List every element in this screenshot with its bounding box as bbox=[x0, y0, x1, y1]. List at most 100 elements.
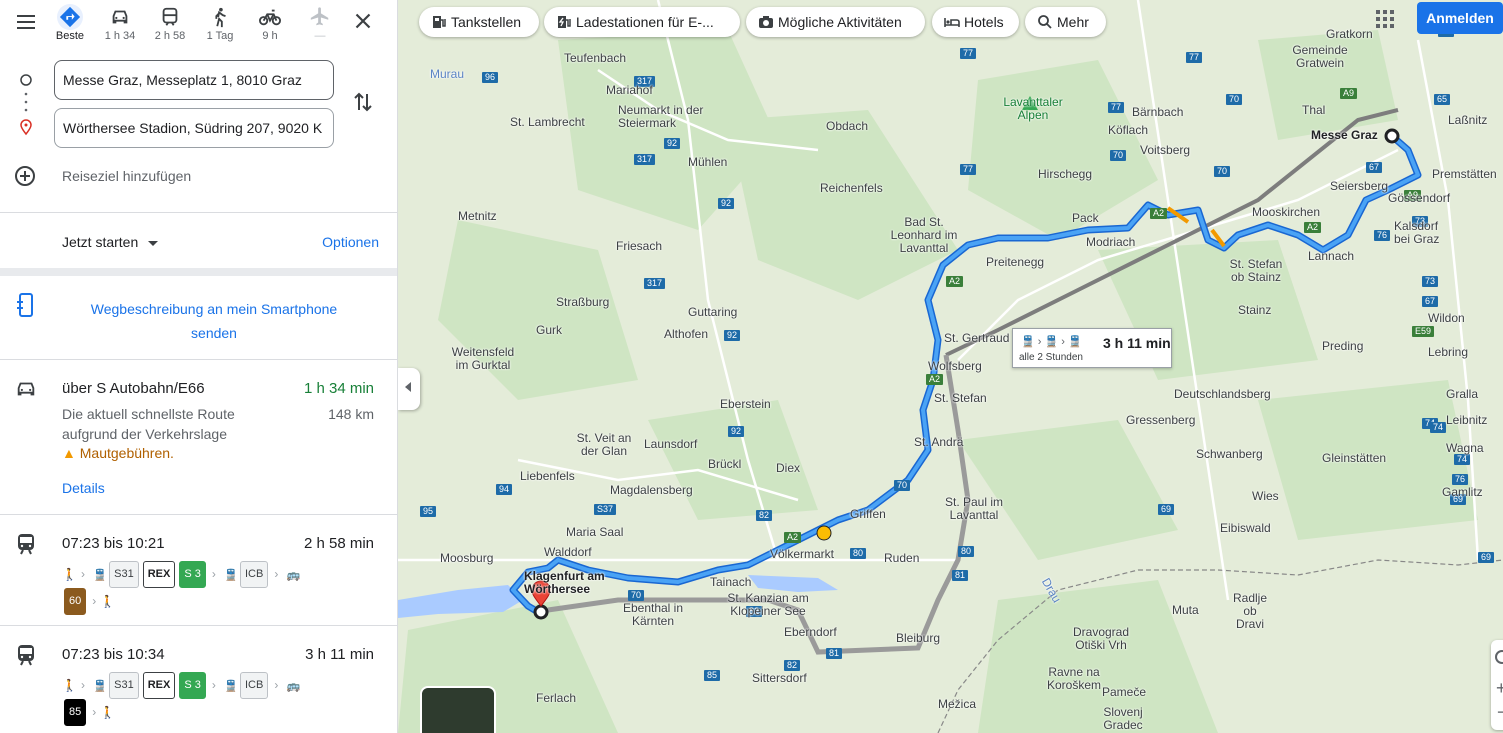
route-times: 07:23 bis 10:34 bbox=[62, 646, 165, 663]
train-icon bbox=[18, 645, 34, 666]
place-label: Gamlitz bbox=[1442, 485, 1483, 499]
route-title: über S Autobahn/E66 bbox=[62, 380, 205, 397]
road-shield: 92 bbox=[664, 138, 681, 149]
line-chip: S31 bbox=[109, 672, 139, 699]
place-label: Teufenbach bbox=[564, 51, 627, 65]
destination-input[interactable]: Wörthersee Stadion, Südring 207, 9020 K bbox=[54, 108, 334, 148]
layers-thumbnail[interactable] bbox=[420, 686, 496, 733]
mode-bike[interactable]: 9 h bbox=[248, 4, 292, 50]
place-label: St. Gertraud bbox=[944, 331, 1010, 345]
directions-panel: Beste 1 h 34 2 h 58 1 Tag 9 h — Messe Gr… bbox=[0, 0, 398, 733]
place-label: Sittersdorf bbox=[752, 671, 807, 685]
route-duration: 3 h 11 min bbox=[305, 646, 374, 663]
mode-car[interactable]: 1 h 34 bbox=[98, 4, 142, 50]
mode-flight[interactable]: — bbox=[298, 4, 342, 50]
mode-label: 9 h bbox=[262, 30, 278, 42]
place-label: Köflach bbox=[1108, 123, 1149, 137]
place-label: Gressenberg bbox=[1126, 413, 1196, 427]
gas-station-icon bbox=[433, 16, 446, 28]
place-label: Wies bbox=[1252, 489, 1279, 503]
ev-charging-icon bbox=[558, 16, 571, 28]
road-shield: 80 bbox=[958, 546, 975, 557]
road-shield: 67 bbox=[1366, 162, 1383, 173]
chevron-right-icon: › bbox=[211, 567, 216, 581]
collapse-panel-button[interactable] bbox=[398, 368, 420, 410]
place-label: Murau bbox=[430, 67, 465, 81]
highway-shield: E59 bbox=[1412, 326, 1435, 337]
place-label: Straßburg bbox=[556, 295, 610, 309]
details-link[interactable]: Details bbox=[62, 480, 105, 496]
bus-line-chip: 85 bbox=[64, 699, 87, 726]
highway-shield: A2 bbox=[1150, 208, 1168, 219]
depart-dropdown[interactable]: Jetzt starten bbox=[62, 234, 159, 250]
mode-best[interactable]: Beste bbox=[48, 4, 92, 50]
map-canvas[interactable]: 96 317 317 92 92 317 92 92 94 S37 82 80 … bbox=[398, 0, 1503, 733]
place-label: St. Stefan bbox=[934, 391, 987, 405]
chevron-left-icon bbox=[405, 382, 411, 392]
place-label: Kalsdorf bei Graz bbox=[1394, 219, 1440, 246]
road-shield: 96 bbox=[482, 72, 499, 83]
road-shield: 73 bbox=[1422, 276, 1439, 287]
line-chip: REX bbox=[142, 672, 176, 699]
apps-grid-icon[interactable] bbox=[1376, 10, 1394, 28]
line-chip: ICB bbox=[239, 672, 269, 699]
place-label: Althofen bbox=[664, 327, 709, 341]
place-label: Mariahof bbox=[606, 83, 653, 97]
chip-activities[interactable]: Mögliche Aktivitäten bbox=[746, 7, 925, 37]
bed-icon bbox=[944, 18, 960, 27]
mode-transit[interactable]: 2 h 58 bbox=[148, 4, 192, 50]
route-duration: 1 h 34 min bbox=[303, 380, 374, 397]
mode-label: 2 h 58 bbox=[154, 30, 186, 42]
zoom-out-icon[interactable]: − bbox=[1497, 702, 1503, 723]
send-to-phone-link[interactable]: Wegbeschreibung an mein Smartphone sende… bbox=[70, 297, 358, 345]
transit-steps: 🚶 › 🚆 S31 REX S 3 › 🚆 ICB › 🚌 85 › 🚶 bbox=[62, 672, 372, 726]
transit-info-box[interactable]: 🚆 › 🚆 › 🚆 3 h 11 min alle 2 Stunden bbox=[1012, 328, 1172, 368]
mode-walk[interactable]: 1 Tag bbox=[198, 4, 242, 50]
route-drive[interactable]: über S Autobahn/E66 1 h 34 min 148 km Di… bbox=[0, 360, 397, 514]
route-times: 07:23 bis 10:21 bbox=[62, 535, 165, 552]
chip-gas-stations[interactable]: Tankstellen bbox=[419, 7, 539, 37]
chip-label: Mehr bbox=[1057, 14, 1089, 30]
zoom-in-icon[interactable]: + bbox=[1496, 678, 1503, 699]
road-shield: 70 bbox=[1110, 150, 1127, 161]
road-shield: 65 bbox=[1434, 94, 1451, 105]
chip-label: Mögliche Aktivitäten bbox=[778, 14, 902, 30]
place-label: Gemeinde Gratwein bbox=[1292, 43, 1348, 70]
line-chip: REX bbox=[142, 561, 176, 588]
warning-icon: ▲ bbox=[62, 445, 76, 461]
road-shield: S37 bbox=[594, 504, 617, 515]
close-icon[interactable] bbox=[350, 8, 376, 34]
transit-steps: 🚶 › 🚆 S31 REX S 3 › 🚆 ICB › 🚌 60 › 🚶 bbox=[62, 561, 372, 615]
place-label: Schwanberg bbox=[1196, 447, 1263, 461]
chip-label: Ladestationen für E-... bbox=[576, 14, 714, 30]
place-label: Diex bbox=[776, 461, 801, 475]
transit-info-time: 3 h 11 min bbox=[1103, 335, 1171, 351]
chip-hotels[interactable]: Hotels bbox=[932, 7, 1019, 37]
route-duration: 2 h 58 min bbox=[303, 535, 374, 552]
car-icon bbox=[112, 10, 128, 24]
road-shield: 317 bbox=[634, 154, 656, 165]
route-transit-1[interactable]: 07:23 bis 10:21 2 h 58 min 🚶 › 🚆 S31 REX S 3… bbox=[0, 515, 397, 625]
swap-icon[interactable] bbox=[352, 90, 374, 114]
route-transit-2[interactable]: 07:23 bis 10:34 3 h 11 min 🚶 › 🚆 S31 REX S 3… bbox=[0, 626, 397, 733]
place-label: Hirschegg bbox=[1038, 167, 1093, 181]
mode-label: 1 Tag bbox=[206, 30, 234, 42]
chip-more[interactable]: Mehr bbox=[1025, 7, 1106, 37]
route-distance: 148 km bbox=[328, 406, 374, 422]
route-description: Die aktuell schnellste Route aufgrund de… bbox=[62, 406, 235, 442]
signin-button[interactable]: Anmelden bbox=[1417, 2, 1503, 34]
place-label: Slovenj Gradec bbox=[1103, 705, 1143, 732]
zoom-controls[interactable]: + − bbox=[1491, 640, 1503, 730]
options-button[interactable]: Optionen bbox=[322, 234, 379, 250]
road-shield: 85 bbox=[704, 670, 721, 681]
place-label: Gralla bbox=[1446, 387, 1479, 401]
location-icon[interactable] bbox=[1495, 650, 1503, 664]
bus-icon: 🚌 bbox=[286, 569, 301, 582]
add-destination-button[interactable]: Reiseziel hinzufügen bbox=[14, 163, 314, 189]
road-shield: 70 bbox=[894, 480, 911, 491]
chevron-right-icon: › bbox=[80, 567, 85, 581]
origin-input[interactable]: Messe Graz, Messeplatz 1, 8010 Graz bbox=[54, 60, 334, 100]
chip-ev-charging[interactable]: Ladestationen für E-... bbox=[544, 7, 740, 37]
menu-icon[interactable] bbox=[14, 10, 38, 34]
place-label: St. Stefan ob Stainz bbox=[1229, 257, 1283, 284]
